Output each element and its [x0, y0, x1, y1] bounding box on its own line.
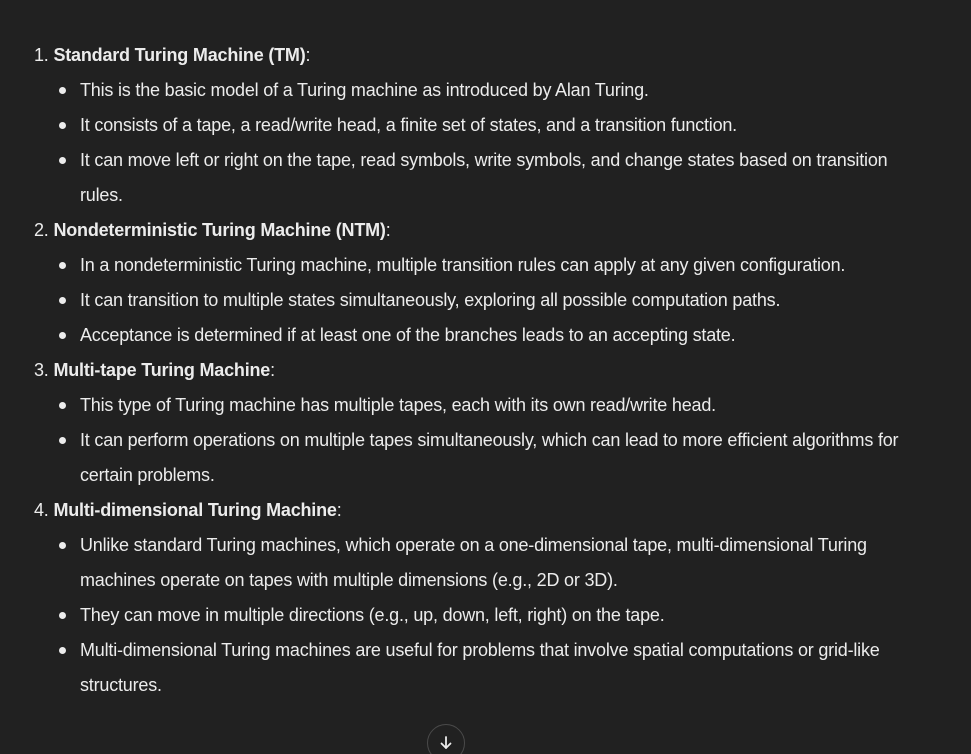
bullet-dot-icon: [59, 332, 66, 339]
bullet-dot-icon: [59, 297, 66, 304]
bullet-dot-icon: [59, 157, 66, 164]
bullet-item: Unlike standard Turing machines, which o…: [59, 528, 934, 598]
bullet-text: It can perform operations on multiple ta…: [80, 430, 899, 485]
bullet-list: This is the basic model of a Turing mach…: [34, 73, 934, 213]
bullet-dot-icon: [59, 647, 66, 654]
bullet-item: Multi-dimensional Turing machines are us…: [59, 633, 934, 703]
list-item-multi-tape-tm: 3. Multi-tape Turing Machine: This type …: [34, 353, 934, 493]
bullet-item: Acceptance is determined if at least one…: [59, 318, 934, 353]
item-colon: :: [305, 45, 311, 65]
item-number: 3.: [34, 360, 49, 380]
item-colon: :: [270, 360, 275, 380]
bullet-text: Acceptance is determined if at least one…: [80, 325, 736, 345]
list-item-nondeterministic-tm: 2. Nondeterministic Turing Machine (NTM)…: [34, 213, 934, 353]
bullet-text: In a nondeterministic Turing machine, mu…: [80, 255, 846, 275]
bullet-dot-icon: [59, 402, 66, 409]
item-title: Multi-dimensional Turing Machine: [53, 500, 337, 520]
bullet-list: This type of Turing machine has multiple…: [34, 388, 934, 493]
item-number: 1.: [34, 45, 49, 65]
item-number: 4.: [34, 500, 49, 520]
bullet-item: This type of Turing machine has multiple…: [59, 388, 934, 423]
bullet-item: It can move left or right on the tape, r…: [59, 143, 934, 213]
list-item-standard-tm: 1. Standard Turing Machine (TM): This is…: [34, 38, 934, 213]
item-title: Multi-tape Turing Machine: [53, 360, 271, 380]
item-colon: :: [385, 220, 391, 240]
list-item-multi-dimensional-tm: 4. Multi-dimensional Turing Machine: Unl…: [34, 493, 934, 703]
bullet-dot-icon: [59, 542, 66, 549]
bullet-list: Unlike standard Turing machines, which o…: [34, 528, 934, 703]
message-content: 1. Standard Turing Machine (TM): This is…: [34, 38, 934, 703]
bullet-text: This is the basic model of a Turing mach…: [80, 80, 649, 100]
bullet-text: It can transition to multiple states sim…: [80, 290, 781, 310]
list-item-heading: 4. Multi-dimensional Turing Machine:: [34, 493, 934, 528]
bullet-item: They can move in multiple directions (e.…: [59, 598, 934, 633]
list-item-heading: 1. Standard Turing Machine (TM):: [34, 38, 934, 73]
bullet-text: This type of Turing machine has multiple…: [80, 395, 716, 415]
scroll-to-bottom-button[interactable]: [427, 724, 465, 754]
bullet-dot-icon: [59, 87, 66, 94]
bullet-dot-icon: [59, 437, 66, 444]
bullet-text: They can move in multiple directions (e.…: [80, 605, 665, 625]
arrow-down-icon: [440, 736, 452, 749]
bullet-text: It can move left or right on the tape, r…: [80, 150, 888, 205]
bullet-item: It consists of a tape, a read/write head…: [59, 108, 934, 143]
bullet-list: In a nondeterministic Turing machine, mu…: [34, 248, 934, 353]
item-title: Nondeterministic Turing Machine (NTM): [53, 220, 386, 240]
item-title: Standard Turing Machine (TM): [53, 45, 306, 65]
bullet-item: This is the basic model of a Turing mach…: [59, 73, 934, 108]
item-colon: :: [336, 500, 342, 520]
list-item-heading: 3. Multi-tape Turing Machine:: [34, 353, 934, 388]
bullet-text: It consists of a tape, a read/write head…: [80, 115, 737, 135]
bullet-item: It can perform operations on multiple ta…: [59, 423, 934, 493]
bullet-item: In a nondeterministic Turing machine, mu…: [59, 248, 934, 283]
bullet-item: It can transition to multiple states sim…: [59, 283, 934, 318]
item-number: 2.: [34, 220, 49, 240]
bullet-dot-icon: [59, 122, 66, 129]
bullet-text: Unlike standard Turing machines, which o…: [80, 535, 867, 590]
machine-types-list: 1. Standard Turing Machine (TM): This is…: [34, 38, 934, 703]
bullet-dot-icon: [59, 612, 66, 619]
bullet-text: Multi-dimensional Turing machines are us…: [80, 640, 880, 695]
list-item-heading: 2. Nondeterministic Turing Machine (NTM)…: [34, 213, 934, 248]
bullet-dot-icon: [59, 262, 66, 269]
